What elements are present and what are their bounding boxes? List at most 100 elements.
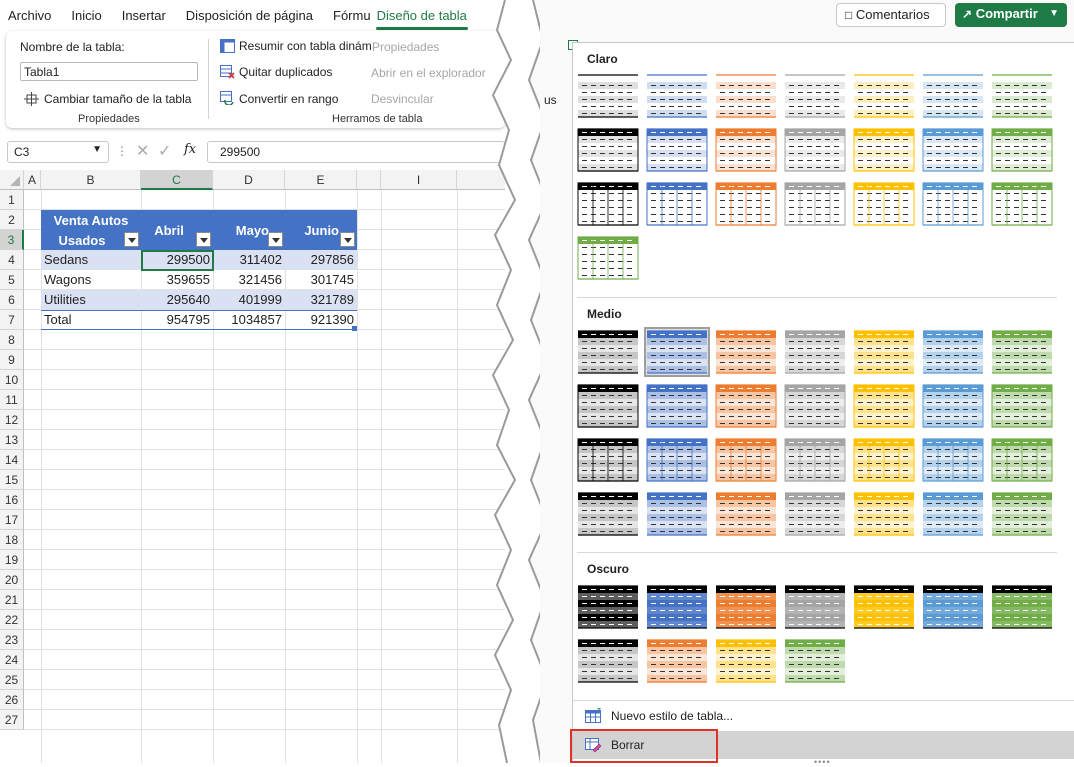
- clear-style-item[interactable]: Borrar: [570, 729, 1074, 763]
- table-style-light-2-4[interactable]: [853, 181, 915, 227]
- table-style-light-1-3[interactable]: [784, 127, 846, 173]
- table-style-dark-0-0[interactable]: [577, 584, 639, 630]
- row-header-7[interactable]: 7: [0, 310, 24, 330]
- row-header-18[interactable]: 18: [0, 530, 24, 550]
- row-header-25[interactable]: 25: [0, 670, 24, 690]
- row-header-6[interactable]: 6: [0, 290, 24, 310]
- table-style-light-3-0[interactable]: [577, 235, 639, 281]
- remove-duplicates-button[interactable]: Quitar duplicados: [239, 65, 332, 79]
- cancel-icon[interactable]: ✕: [136, 141, 149, 161]
- col-header-blank[interactable]: [357, 170, 381, 190]
- table-style-medium-1-6[interactable]: [991, 383, 1053, 429]
- table-style-medium-0-4[interactable]: [853, 329, 915, 375]
- row-header-5[interactable]: 5: [0, 270, 24, 290]
- table-cell-label[interactable]: Total: [41, 310, 141, 330]
- table-resize-handle[interactable]: [352, 326, 357, 331]
- table-style-light-0-6[interactable]: [991, 73, 1053, 119]
- table-cell-c[interactable]: 295640: [141, 290, 213, 310]
- new-table-style-item[interactable]: Nuevo estilo de tabla...: [573, 702, 1074, 730]
- table-cell-d[interactable]: 311402: [213, 250, 285, 270]
- table-style-dark-1-3[interactable]: [784, 638, 846, 684]
- row-header-2[interactable]: 2: [0, 210, 24, 230]
- table-style-medium-3-6[interactable]: [991, 491, 1053, 537]
- table-style-medium-3-3[interactable]: [784, 491, 846, 537]
- col-header-b[interactable]: B: [41, 170, 141, 190]
- table-style-light-2-3[interactable]: [784, 181, 846, 227]
- table-style-light-1-1[interactable]: [646, 127, 708, 173]
- table-cell-c[interactable]: 359655: [141, 270, 213, 290]
- table-cell-e[interactable]: 921390: [285, 310, 357, 330]
- table-style-dark-1-2[interactable]: [715, 638, 777, 684]
- row-header-12[interactable]: 12: [0, 410, 24, 430]
- table-cell-d[interactable]: 321456: [213, 270, 285, 290]
- table-style-medium-1-4[interactable]: [853, 383, 915, 429]
- table-style-light-2-0[interactable]: [577, 181, 639, 227]
- table-style-light-0-5[interactable]: [922, 73, 984, 119]
- tab-archivo[interactable]: Archivo: [8, 8, 51, 23]
- table-style-medium-0-3[interactable]: [784, 329, 846, 375]
- table-style-medium-2-3[interactable]: [784, 437, 846, 483]
- col-header-c[interactable]: C: [141, 170, 213, 190]
- comments-button[interactable]: □ Comentarios: [836, 3, 946, 27]
- table-style-medium-3-4[interactable]: [853, 491, 915, 537]
- filter-dropdown-d[interactable]: [268, 232, 283, 247]
- table-style-light-1-6[interactable]: [991, 127, 1053, 173]
- row-header-23[interactable]: 23: [0, 630, 24, 650]
- table-style-medium-1-5[interactable]: [922, 383, 984, 429]
- table-cell-c[interactable]: 954795: [141, 310, 213, 330]
- select-all-corner[interactable]: [0, 170, 24, 190]
- table-style-medium-0-6[interactable]: [991, 329, 1053, 375]
- table-cell-e[interactable]: 321789: [285, 290, 357, 310]
- table-style-medium-2-5[interactable]: [922, 437, 984, 483]
- row-header-21[interactable]: 21: [0, 590, 24, 610]
- row-header-8[interactable]: 8: [0, 330, 24, 350]
- row-header-19[interactable]: 19: [0, 550, 24, 570]
- row-header-4[interactable]: 4: [0, 250, 24, 270]
- filter-dropdown-c[interactable]: [196, 232, 211, 247]
- table-style-light-1-0[interactable]: [577, 127, 639, 173]
- filter-dropdown-b[interactable]: [124, 232, 139, 247]
- table-style-medium-0-1[interactable]: [644, 327, 710, 377]
- col-header-a[interactable]: A: [24, 170, 41, 190]
- share-button[interactable]: ↗ Compartir ▼: [955, 3, 1067, 27]
- row-header-10[interactable]: 10: [0, 370, 24, 390]
- table-style-dark-0-4[interactable]: [853, 584, 915, 630]
- table-style-dark-0-6[interactable]: [991, 584, 1053, 630]
- row-header-15[interactable]: 15: [0, 470, 24, 490]
- table-style-medium-3-0[interactable]: [577, 491, 639, 537]
- table-cell-label[interactable]: Utilities: [41, 290, 141, 310]
- tab-inicio[interactable]: Inicio: [71, 8, 101, 23]
- name-box[interactable]: C3 ▼: [7, 141, 109, 163]
- table-cell-d[interactable]: 1034857: [213, 310, 285, 330]
- table-style-medium-1-3[interactable]: [784, 383, 846, 429]
- table-style-medium-0-0[interactable]: [577, 329, 639, 375]
- open-browser-button[interactable]: Abrir en el explorador: [371, 66, 486, 80]
- convert-to-range-button[interactable]: Convertir en rango: [239, 92, 338, 106]
- tab-insertar[interactable]: Insertar: [122, 8, 166, 23]
- table-style-dark-1-1[interactable]: [646, 638, 708, 684]
- table-style-medium-1-2[interactable]: [715, 383, 777, 429]
- table-style-medium-2-1[interactable]: [646, 437, 708, 483]
- properties-button[interactable]: Propiedades: [371, 40, 440, 54]
- table-style-light-2-1[interactable]: [646, 181, 708, 227]
- table-style-medium-1-1[interactable]: [646, 383, 708, 429]
- row-header-26[interactable]: 26: [0, 690, 24, 710]
- table-cell-e[interactable]: 297856: [285, 250, 357, 270]
- table-style-dark-1-0[interactable]: [577, 638, 639, 684]
- insert-function-icon[interactable]: fx: [184, 142, 196, 157]
- table-name-input[interactable]: Tabla1: [20, 62, 198, 81]
- table-style-medium-2-0[interactable]: [577, 437, 639, 483]
- unlink-button[interactable]: Desvincular: [371, 92, 434, 106]
- row-header-17[interactable]: 17: [0, 510, 24, 530]
- table-style-light-0-4[interactable]: [853, 73, 915, 119]
- row-header-11[interactable]: 11: [0, 390, 24, 410]
- table-style-light-1-4[interactable]: [853, 127, 915, 173]
- row-header-1[interactable]: 1: [0, 190, 24, 210]
- table-style-medium-3-2[interactable]: [715, 491, 777, 537]
- enter-icon[interactable]: ✓: [158, 141, 171, 161]
- table-style-light-1-5[interactable]: [922, 127, 984, 173]
- table-style-medium-1-0[interactable]: [577, 383, 639, 429]
- tab-disposicion[interactable]: Disposición de página: [186, 8, 313, 23]
- table-style-medium-3-1[interactable]: [646, 491, 708, 537]
- table-cell-d[interactable]: 401999: [213, 290, 285, 310]
